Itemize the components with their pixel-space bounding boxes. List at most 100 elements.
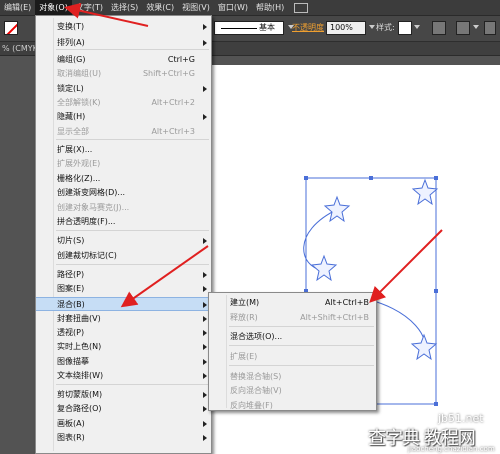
menu-item-label: 创建裁切标记(C) xyxy=(57,251,117,260)
fill-none-swatch[interactable] xyxy=(4,21,18,35)
watermark: jb51.net 查字典 教程网 jiaocheng.chazidian.com xyxy=(368,412,500,454)
object-menu-item[interactable]: 复合路径(O) xyxy=(36,402,211,416)
menu-item-label: 栅格化(Z)... xyxy=(57,174,101,183)
blend-submenu-item[interactable]: 建立(M) Alt+Ctrl+B xyxy=(209,296,376,310)
object-menu-item[interactable]: 全部解锁(K) Alt+Ctrl+2 xyxy=(36,96,211,110)
object-menu-item[interactable]: 切片(S) xyxy=(36,234,211,248)
menu-item-label: 文本绕排(W) xyxy=(57,371,104,380)
object-menu-item[interactable]: 剪切蒙版(M) xyxy=(36,388,211,402)
submenu-arrow-icon xyxy=(203,421,207,427)
menu-separator xyxy=(229,365,374,366)
object-menu-item[interactable]: 编组(G) Ctrl+G xyxy=(36,53,211,67)
submenu-arrow-icon xyxy=(203,392,207,398)
menu-item-shortcut: Alt+Ctrl+2 xyxy=(151,98,195,107)
object-menu-item[interactable]: 锁定(L) xyxy=(36,82,211,96)
stroke-style-dropdown[interactable]: 基本 xyxy=(214,21,284,35)
submenu-arrow-icon xyxy=(203,435,207,441)
transform-icon[interactable] xyxy=(484,21,496,35)
menu-item-label: 混合(B) xyxy=(57,300,85,309)
opacity-input[interactable]: 100% xyxy=(326,21,366,35)
object-menu-item[interactable]: 扩展(X)... xyxy=(36,143,211,157)
menu-item-label: 全部解锁(K) xyxy=(57,98,101,107)
menu-item-label: 编组(G) xyxy=(57,55,86,64)
chevron-right-icon[interactable] xyxy=(369,25,375,29)
menu-separator xyxy=(229,326,374,327)
workspace-icon[interactable] xyxy=(294,2,309,13)
submenu-arrow-icon xyxy=(203,302,207,308)
menu-separator xyxy=(56,49,209,50)
blend-submenu-item[interactable]: 混合选项(O)... xyxy=(209,330,376,344)
style-label: 样式: xyxy=(376,23,395,32)
menu-item-label: 隐藏(H) xyxy=(57,112,86,121)
chevron-down-icon[interactable] xyxy=(414,25,420,29)
object-menu-item[interactable]: 创建渐变网格(D)... xyxy=(36,186,211,200)
object-menu-item[interactable]: 隐藏(H) xyxy=(36,110,211,124)
submenu-arrow-icon xyxy=(203,286,207,292)
menu-item-label: 复合路径(O) xyxy=(57,404,102,413)
menu-view[interactable]: 视图(V) xyxy=(178,0,214,16)
object-menu-item[interactable]: 扩展外观(E) xyxy=(36,157,211,171)
menu-separator xyxy=(56,264,209,265)
object-menu-item[interactable]: 图像描摹 xyxy=(36,355,211,369)
star-shape xyxy=(323,195,351,223)
menu-item-label: 扩展外观(E) xyxy=(57,159,101,168)
object-menu-item[interactable]: 实时上色(N) xyxy=(36,340,211,354)
menu-item-label: 创建渐变网格(D)... xyxy=(57,188,126,197)
object-menu-item[interactable]: 栅格化(Z)... xyxy=(36,172,211,186)
menu-item-shortcut: Alt+Ctrl+3 xyxy=(151,127,195,136)
menu-item-label: 反向堆叠(F) xyxy=(230,401,273,410)
object-menu-item[interactable]: 封套扭曲(V) xyxy=(36,312,211,326)
object-menu-item[interactable]: 文本绕排(W) xyxy=(36,369,211,383)
object-menu-item[interactable]: 变换(T) xyxy=(36,20,211,34)
menu-item-label: 建立(M) xyxy=(230,298,260,307)
menu-effect[interactable]: 效果(C) xyxy=(142,0,178,16)
menu-item-label: 显示全部 xyxy=(57,127,89,136)
menu-item-label: 拼合透明度(F)... xyxy=(57,217,116,226)
chevron-down-icon[interactable] xyxy=(473,25,479,29)
opacity-label[interactable]: 不透明度 xyxy=(292,21,324,35)
menu-edit[interactable]: 编辑(E) xyxy=(0,0,35,16)
submenu-arrow-icon xyxy=(203,406,207,412)
menu-item-label: 实时上色(N) xyxy=(57,342,102,351)
menu-help[interactable]: 帮助(H) xyxy=(252,0,288,16)
menu-item-label: 锁定(L) xyxy=(57,84,84,93)
object-menu-item[interactable]: 混合(B) xyxy=(36,297,211,311)
menu-separator xyxy=(56,230,209,231)
menu-separator xyxy=(56,139,209,140)
align-icon[interactable] xyxy=(456,21,470,35)
submenu-arrow-icon xyxy=(203,373,207,379)
recolor-icon[interactable] xyxy=(432,21,446,35)
menu-item-label: 图案(E) xyxy=(57,284,85,293)
object-menu-item[interactable]: 图案(E) xyxy=(36,282,211,296)
submenu-arrow-icon xyxy=(203,316,207,322)
menu-item-label: 混合选项(O)... xyxy=(230,332,283,341)
menu-type[interactable]: 文字(T) xyxy=(72,0,107,16)
menu-select[interactable]: 选择(S) xyxy=(107,0,142,16)
blend-submenu-item[interactable]: 反向堆叠(F) xyxy=(209,399,376,413)
object-menu-item[interactable]: 创建对象马赛克(J)... xyxy=(36,201,211,215)
object-menu-item[interactable]: 显示全部 Alt+Ctrl+3 xyxy=(36,125,211,139)
object-menu-item[interactable]: 取消编组(U) Shift+Ctrl+G xyxy=(36,67,211,81)
blend-submenu-item[interactable]: 反向混合轴(V) xyxy=(209,384,376,398)
menu-item-label: 封套扭曲(V) xyxy=(57,314,101,323)
object-menu: 变换(T) 排列(A) 编组(G) Ctrl+G 取消编组(U) Shift+Ctrl+G… xyxy=(35,15,212,454)
object-menu-item[interactable]: 拼合透明度(F)... xyxy=(36,215,211,229)
menu-item-label: 排列(A) xyxy=(57,38,85,47)
object-menu-item[interactable]: 排列(A) xyxy=(36,36,211,50)
menu-item-shortcut: Alt+Ctrl+B xyxy=(325,298,369,307)
object-menu-item[interactable]: 路径(P) xyxy=(36,268,211,282)
object-menu-item[interactable]: 创建裁切标记(C) xyxy=(36,249,211,263)
submenu-arrow-icon xyxy=(203,330,207,336)
blend-submenu-item[interactable]: 替换混合轴(S) xyxy=(209,370,376,384)
menu-object[interactable]: 对象(O) xyxy=(35,0,72,16)
object-menu-item[interactable]: 图表(R) xyxy=(36,431,211,445)
object-menu-item[interactable]: 透视(P) xyxy=(36,326,211,340)
menu-item-label: 变换(T) xyxy=(57,22,85,31)
blend-submenu-item[interactable]: 释放(R) Alt+Shift+Ctrl+B xyxy=(209,311,376,325)
menu-separator xyxy=(229,345,374,346)
blend-submenu-item[interactable]: 扩展(E) xyxy=(209,350,376,364)
blend-submenu: 建立(M) Alt+Ctrl+B 释放(R) Alt+Shift+Ctrl+B 混合选项… xyxy=(208,292,377,411)
object-menu-item[interactable]: 画板(A) xyxy=(36,417,211,431)
graphic-style-swatch[interactable] xyxy=(398,21,412,35)
menu-window[interactable]: 窗口(W) xyxy=(214,0,252,16)
